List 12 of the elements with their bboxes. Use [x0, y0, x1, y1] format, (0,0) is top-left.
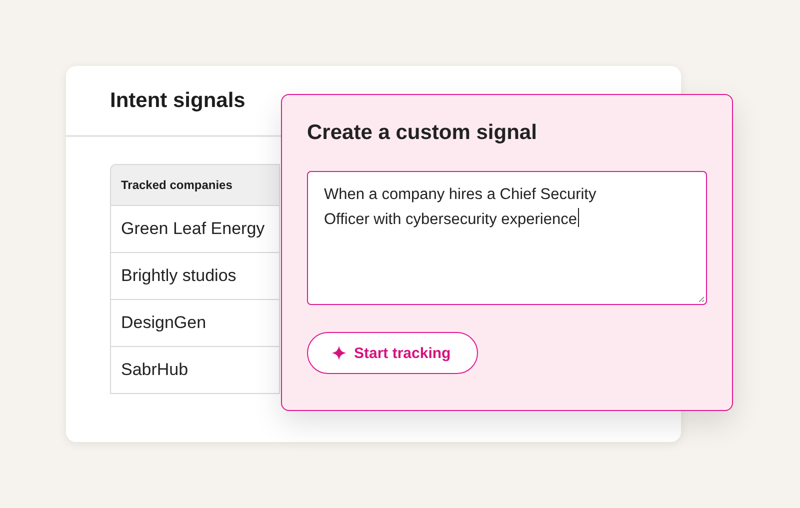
dialog-title: Create a custom signal — [307, 121, 537, 145]
column-header: Tracked companies — [111, 165, 279, 206]
text-cursor — [578, 208, 579, 227]
company-cell: Green Leaf Energy — [111, 206, 279, 253]
company-cell-text: SabrHub — [120, 359, 190, 381]
start-tracking-button[interactable]: Start tracking — [307, 332, 478, 374]
signal-text-field[interactable]: When a company hires a Chief Security Officer with cybersecurity experience — [307, 171, 707, 305]
company-cell: Brightly studios — [111, 253, 279, 300]
resize-grip-icon[interactable] — [698, 296, 704, 302]
company-cell: DesignGen — [111, 300, 279, 347]
card-title: Intent signals — [110, 88, 246, 112]
sparkle-icon — [332, 346, 346, 360]
